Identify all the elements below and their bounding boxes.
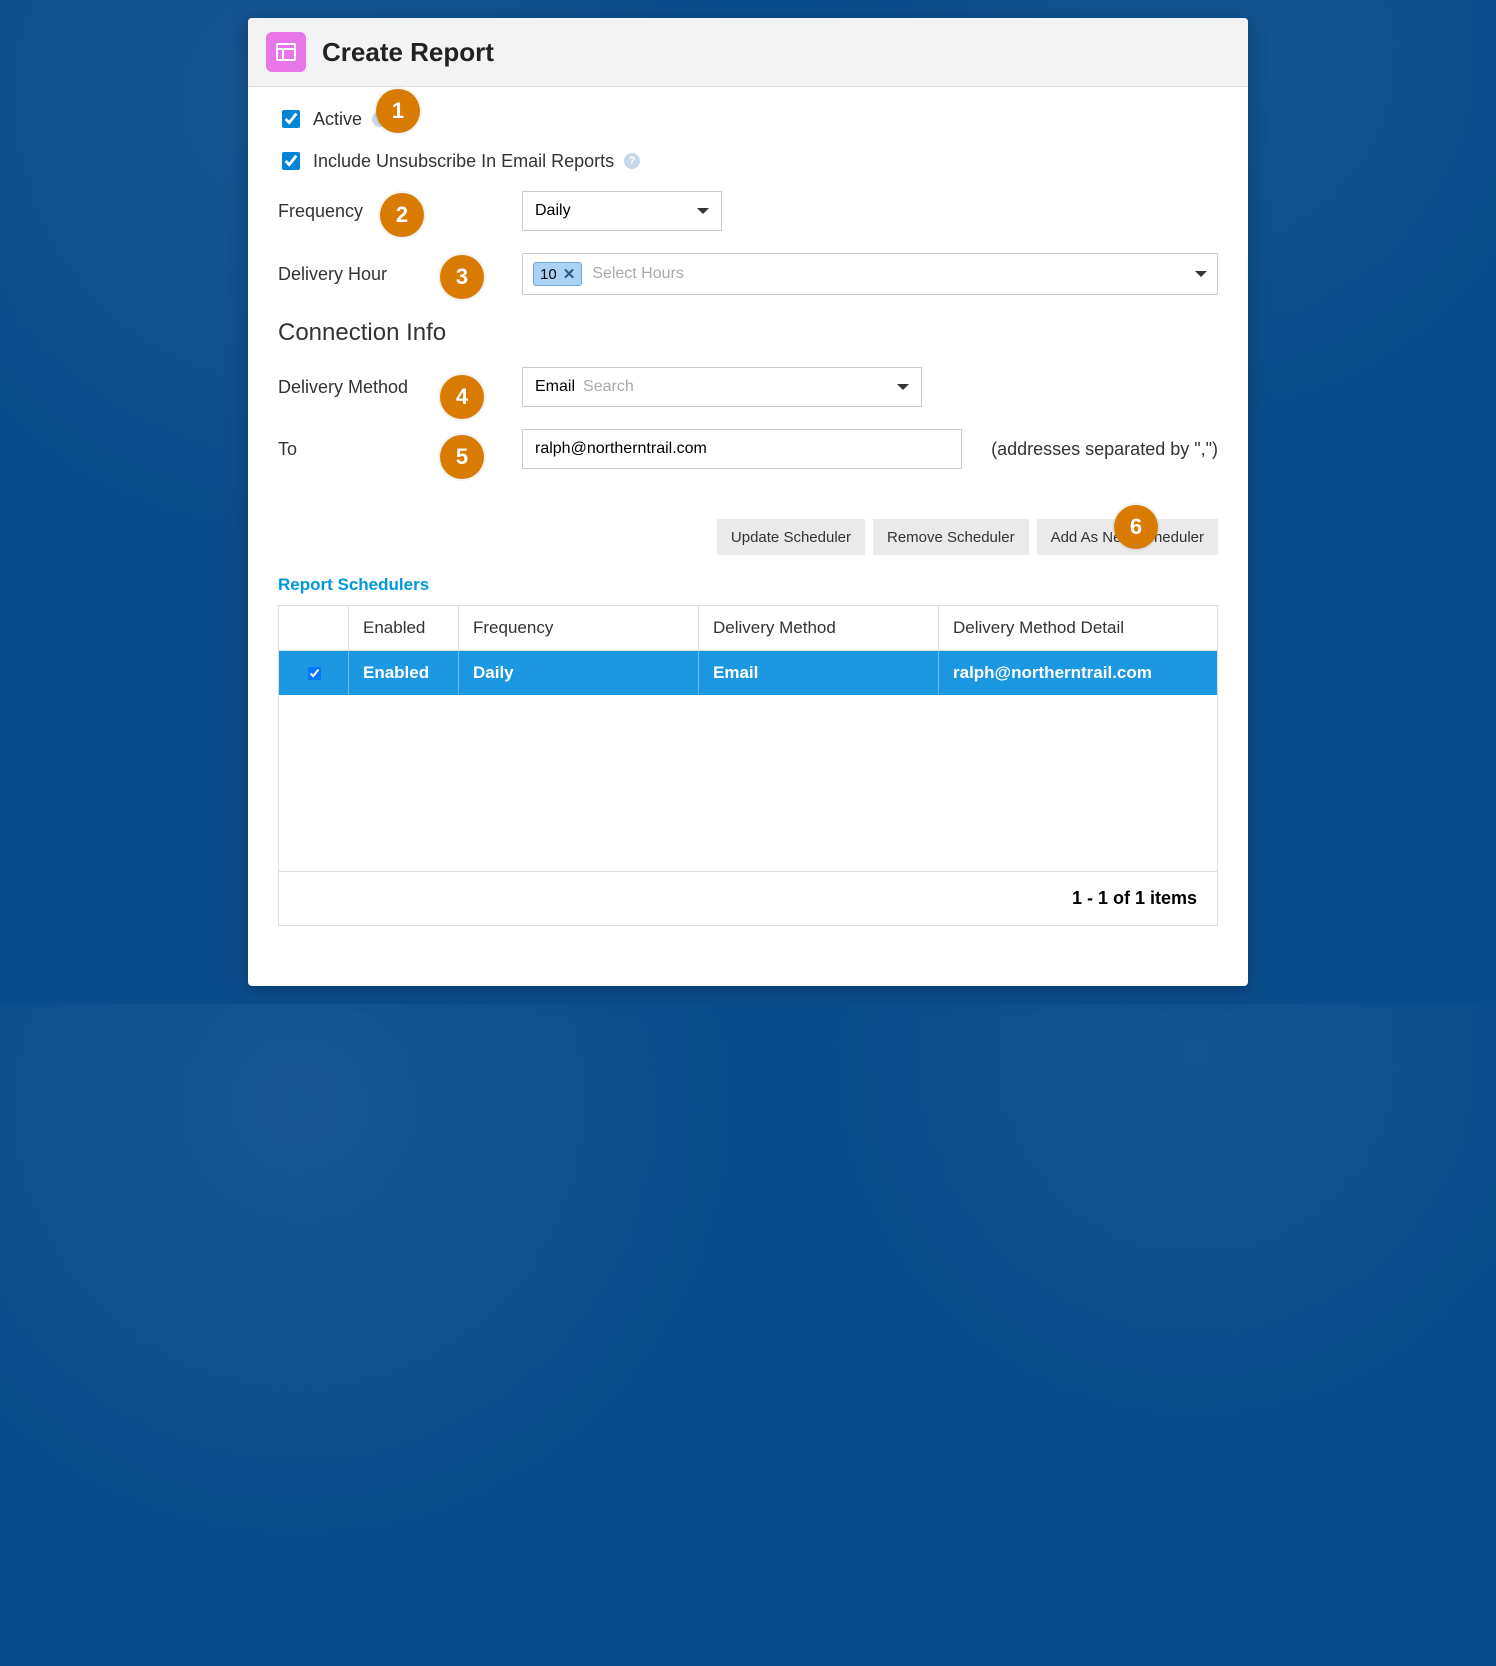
to-row: To (addresses separated by ",") <box>278 429 1218 469</box>
chip-remove-icon[interactable]: ✕ <box>563 265 576 283</box>
frequency-value: Daily <box>535 202 571 220</box>
schedulers-grid: Enabled Frequency Delivery Method Delive… <box>278 605 1218 926</box>
callout-1: 1 <box>376 89 420 133</box>
hour-chip-value: 10 <box>540 266 557 283</box>
row-detail: ralph@northerntrail.com <box>939 651 1217 695</box>
callout-6: 6 <box>1114 505 1158 549</box>
col-checkbox-header <box>279 606 349 650</box>
modal-title: Create Report <box>322 37 494 68</box>
to-hint: (addresses separated by ",") <box>991 439 1218 460</box>
delivery-hour-row: Delivery Hour 10 ✕ Select Hours <box>278 253 1218 295</box>
grid-footer: 1 - 1 of 1 items <box>279 871 1217 925</box>
remove-scheduler-button[interactable]: Remove Scheduler <box>873 519 1029 555</box>
chevron-down-icon <box>1195 271 1207 277</box>
delivery-method-label: Delivery Method <box>278 377 448 398</box>
callout-2: 2 <box>380 193 424 237</box>
col-detail-header: Delivery Method Detail <box>939 606 1217 650</box>
modal-header: Create Report <box>248 18 1248 87</box>
active-label: Active <box>313 109 362 130</box>
callout-5: 5 <box>440 435 484 479</box>
scheduler-buttons: Update Scheduler Remove Scheduler Add As… <box>278 519 1218 555</box>
row-frequency: Daily <box>459 651 699 695</box>
frequency-select[interactable]: Daily <box>522 191 722 231</box>
row-method: Email <box>699 651 939 695</box>
unsubscribe-label: Include Unsubscribe In Email Reports <box>313 151 614 172</box>
row-checkbox[interactable] <box>308 667 321 680</box>
connection-info-heading: Connection Info <box>278 319 1218 347</box>
unsubscribe-row: Include Unsubscribe In Email Reports ? <box>278 149 1218 173</box>
delivery-method-value: Email <box>535 378 575 396</box>
col-enabled-header: Enabled <box>349 606 459 650</box>
active-checkbox[interactable] <box>282 110 300 128</box>
col-method-header: Delivery Method <box>699 606 939 650</box>
callout-4: 4 <box>440 375 484 419</box>
help-icon[interactable]: ? <box>624 153 640 169</box>
delivery-method-select[interactable]: Email Search <box>522 367 922 407</box>
delivery-method-row: Delivery Method Email Search <box>278 367 1218 407</box>
modal-body: 1 2 3 4 5 6 Active ? Include Unsubscribe… <box>248 87 1248 986</box>
to-label: To <box>278 439 448 460</box>
chevron-down-icon <box>897 384 909 390</box>
create-report-modal: Create Report 1 2 3 4 5 6 Active ? Inclu… <box>248 18 1248 986</box>
update-scheduler-button[interactable]: Update Scheduler <box>717 519 865 555</box>
hour-chip: 10 ✕ <box>533 262 582 286</box>
col-frequency-header: Frequency <box>459 606 699 650</box>
grid-body: Enabled Daily Email ralph@northerntrail.… <box>279 651 1217 871</box>
delivery-hour-select[interactable]: 10 ✕ Select Hours <box>522 253 1218 295</box>
delivery-hour-label: Delivery Hour <box>278 264 448 285</box>
report-icon <box>266 32 306 72</box>
row-enabled: Enabled <box>349 651 459 695</box>
unsubscribe-checkbox[interactable] <box>282 152 300 170</box>
grid-header: Enabled Frequency Delivery Method Delive… <box>279 606 1217 651</box>
to-input[interactable] <box>522 429 962 469</box>
callout-3: 3 <box>440 255 484 299</box>
delivery-hour-placeholder: Select Hours <box>592 265 684 283</box>
report-schedulers-title: Report Schedulers <box>278 575 1218 595</box>
table-row[interactable]: Enabled Daily Email ralph@northerntrail.… <box>279 651 1217 695</box>
chevron-down-icon <box>697 208 709 214</box>
delivery-method-search-placeholder: Search <box>583 378 634 396</box>
